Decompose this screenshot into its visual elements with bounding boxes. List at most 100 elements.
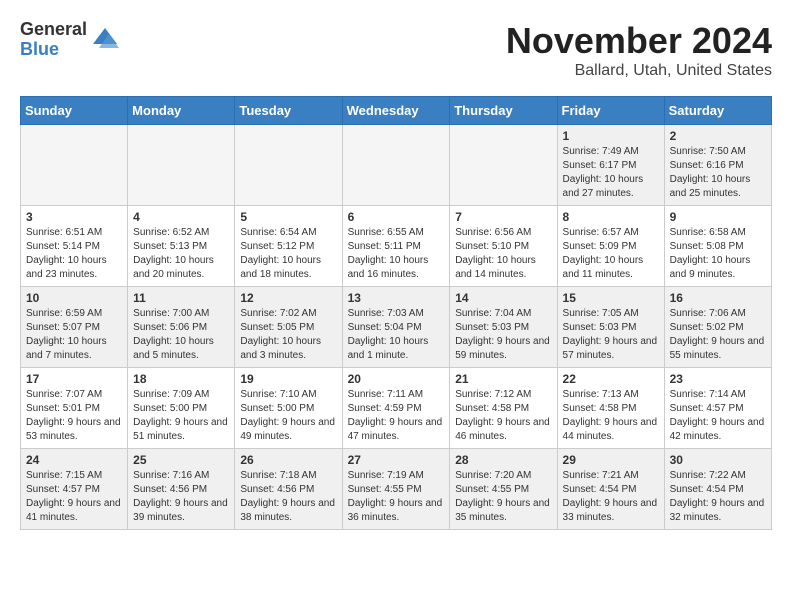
day-info: Sunrise: 7:14 AM Sunset: 4:57 PM Dayligh… — [670, 388, 766, 444]
calendar-header-tuesday: Tuesday — [235, 97, 342, 125]
calendar-header-row: SundayMondayTuesdayWednesdayThursdayFrid… — [21, 97, 772, 125]
calendar-header-monday: Monday — [128, 97, 235, 125]
day-number: 13 — [348, 291, 445, 305]
calendar-header-thursday: Thursday — [450, 97, 557, 125]
day-number: 5 — [240, 210, 336, 224]
calendar-day-cell: 18 Sunrise: 7:09 AM Sunset: 5:00 PM Dayli… — [128, 368, 235, 449]
page-header: General Blue November 2024 Ballard, Utah… — [20, 20, 772, 80]
day-number: 18 — [133, 372, 229, 386]
day-info: Sunrise: 7:06 AM Sunset: 5:02 PM Dayligh… — [670, 307, 766, 363]
day-number: 28 — [455, 453, 551, 467]
day-info: Sunrise: 6:57 AM Sunset: 5:09 PM Dayligh… — [563, 226, 659, 282]
calendar-day-cell: 24Sunrise: 7:15 AM Sunset: 4:57 PM Dayli… — [21, 449, 128, 530]
calendar-day-cell — [128, 125, 235, 206]
calendar-week-row: 3Sunrise: 6:51 AM Sunset: 5:14 PM Daylig… — [21, 206, 772, 287]
day-number: 16 — [670, 291, 766, 305]
day-number: 1 — [563, 129, 659, 143]
day-number: 25 — [133, 453, 229, 467]
day-info: Sunrise: 7:09 AM Sunset: 5:00 PM Dayligh… — [133, 388, 229, 444]
calendar-day-cell: 27 Sunrise: 7:19 AM Sunset: 4:55 PM Dayli… — [342, 449, 450, 530]
day-number: 4 — [133, 210, 229, 224]
day-info: Sunrise: 6:56 AM Sunset: 5:10 PM Dayligh… — [455, 226, 551, 282]
calendar-week-row: 10Sunrise: 6:59 AM Sunset: 5:07 PM Dayli… — [21, 287, 772, 368]
day-info: Sunrise: 7:15 AM Sunset: 4:57 PM Dayligh… — [26, 469, 122, 525]
logo-general: General — [20, 20, 87, 40]
calendar-day-cell: 12Sunrise: 7:02 AM Sunset: 5:05 PM Dayli… — [235, 287, 342, 368]
day-info: Sunrise: 7:11 AM Sunset: 4:59 PM Dayligh… — [348, 388, 445, 444]
calendar-day-cell: 7 Sunrise: 6:56 AM Sunset: 5:10 PM Daylig… — [450, 206, 557, 287]
calendar-header-wednesday: Wednesday — [342, 97, 450, 125]
calendar-day-cell: 4 Sunrise: 6:52 AM Sunset: 5:13 PM Daylig… — [128, 206, 235, 287]
calendar-day-cell: 22Sunrise: 7:13 AM Sunset: 4:58 PM Dayli… — [557, 368, 664, 449]
calendar-day-cell: 2 Sunrise: 7:50 AM Sunset: 6:16 PM Daylig… — [664, 125, 771, 206]
calendar-day-cell — [235, 125, 342, 206]
day-number: 19 — [240, 372, 336, 386]
day-info: Sunrise: 7:22 AM Sunset: 4:54 PM Dayligh… — [670, 469, 766, 525]
calendar-day-cell: 3Sunrise: 6:51 AM Sunset: 5:14 PM Daylig… — [21, 206, 128, 287]
day-number: 22 — [563, 372, 659, 386]
calendar-day-cell: 26 Sunrise: 7:18 AM Sunset: 4:56 PM Dayli… — [235, 449, 342, 530]
day-info: Sunrise: 6:55 AM Sunset: 5:11 PM Dayligh… — [348, 226, 445, 282]
calendar-day-cell: 1 Sunrise: 7:49 AM Sunset: 6:17 PM Daylig… — [557, 125, 664, 206]
calendar-day-cell: 21 Sunrise: 7:12 AM Sunset: 4:58 PM Dayli… — [450, 368, 557, 449]
calendar-day-cell: 14 Sunrise: 7:04 AM Sunset: 5:03 PM Dayli… — [450, 287, 557, 368]
calendar-day-cell: 25 Sunrise: 7:16 AM Sunset: 4:56 PM Dayli… — [128, 449, 235, 530]
day-number: 20 — [348, 372, 445, 386]
day-info: Sunrise: 7:10 AM Sunset: 5:00 PM Dayligh… — [240, 388, 336, 444]
calendar-week-row: 17Sunrise: 7:07 AM Sunset: 5:01 PM Dayli… — [21, 368, 772, 449]
calendar-day-cell: 10Sunrise: 6:59 AM Sunset: 5:07 PM Dayli… — [21, 287, 128, 368]
day-number: 6 — [348, 210, 445, 224]
calendar-day-cell: 20 Sunrise: 7:11 AM Sunset: 4:59 PM Dayli… — [342, 368, 450, 449]
day-info: Sunrise: 7:50 AM Sunset: 6:16 PM Dayligh… — [670, 145, 766, 201]
title-block: November 2024 Ballard, Utah, United Stat… — [506, 20, 772, 80]
calendar-day-cell: 13Sunrise: 7:03 AM Sunset: 5:04 PM Dayli… — [342, 287, 450, 368]
calendar-day-cell: 17Sunrise: 7:07 AM Sunset: 5:01 PM Dayli… — [21, 368, 128, 449]
calendar-day-cell: 5Sunrise: 6:54 AM Sunset: 5:12 PM Daylig… — [235, 206, 342, 287]
calendar-header-saturday: Saturday — [664, 97, 771, 125]
calendar-table: SundayMondayTuesdayWednesdayThursdayFrid… — [20, 96, 772, 530]
day-number: 9 — [670, 210, 766, 224]
day-info: Sunrise: 6:52 AM Sunset: 5:13 PM Dayligh… — [133, 226, 229, 282]
day-info: Sunrise: 7:00 AM Sunset: 5:06 PM Dayligh… — [133, 307, 229, 363]
day-number: 7 — [455, 210, 551, 224]
day-info: Sunrise: 7:19 AM Sunset: 4:55 PM Dayligh… — [348, 469, 445, 525]
day-number: 11 — [133, 291, 229, 305]
day-info: Sunrise: 7:20 AM Sunset: 4:55 PM Dayligh… — [455, 469, 551, 525]
calendar-header-friday: Friday — [557, 97, 664, 125]
calendar-day-cell: 8 Sunrise: 6:57 AM Sunset: 5:09 PM Daylig… — [557, 206, 664, 287]
day-number: 10 — [26, 291, 122, 305]
calendar-day-cell: 6 Sunrise: 6:55 AM Sunset: 5:11 PM Daylig… — [342, 206, 450, 287]
calendar-day-cell: 9 Sunrise: 6:58 AM Sunset: 5:08 PM Daylig… — [664, 206, 771, 287]
day-info: Sunrise: 7:18 AM Sunset: 4:56 PM Dayligh… — [240, 469, 336, 525]
calendar-day-cell: 28 Sunrise: 7:20 AM Sunset: 4:55 PM Dayli… — [450, 449, 557, 530]
day-info: Sunrise: 7:05 AM Sunset: 5:03 PM Dayligh… — [563, 307, 659, 363]
calendar-day-cell: 29Sunrise: 7:21 AM Sunset: 4:54 PM Dayli… — [557, 449, 664, 530]
day-number: 15 — [563, 291, 659, 305]
day-info: Sunrise: 7:16 AM Sunset: 4:56 PM Dayligh… — [133, 469, 229, 525]
day-info: Sunrise: 7:02 AM Sunset: 5:05 PM Dayligh… — [240, 307, 336, 363]
calendar-header-sunday: Sunday — [21, 97, 128, 125]
day-info: Sunrise: 7:04 AM Sunset: 5:03 PM Dayligh… — [455, 307, 551, 363]
calendar-day-cell: 23Sunrise: 7:14 AM Sunset: 4:57 PM Dayli… — [664, 368, 771, 449]
calendar-day-cell: 19 Sunrise: 7:10 AM Sunset: 5:00 PM Dayli… — [235, 368, 342, 449]
month-title: November 2024 — [506, 20, 772, 62]
day-info: Sunrise: 7:07 AM Sunset: 5:01 PM Dayligh… — [26, 388, 122, 444]
day-info: Sunrise: 7:49 AM Sunset: 6:17 PM Dayligh… — [563, 145, 659, 201]
day-number: 8 — [563, 210, 659, 224]
day-number: 21 — [455, 372, 551, 386]
day-number: 29 — [563, 453, 659, 467]
calendar-day-cell: 11 Sunrise: 7:00 AM Sunset: 5:06 PM Dayli… — [128, 287, 235, 368]
calendar-day-cell: 15 Sunrise: 7:05 AM Sunset: 5:03 PM Dayli… — [557, 287, 664, 368]
day-info: Sunrise: 6:58 AM Sunset: 5:08 PM Dayligh… — [670, 226, 766, 282]
calendar-week-row: 1 Sunrise: 7:49 AM Sunset: 6:17 PM Daylig… — [21, 125, 772, 206]
calendar-day-cell: 30Sunrise: 7:22 AM Sunset: 4:54 PM Dayli… — [664, 449, 771, 530]
day-number: 27 — [348, 453, 445, 467]
day-number: 2 — [670, 129, 766, 143]
day-info: Sunrise: 7:12 AM Sunset: 4:58 PM Dayligh… — [455, 388, 551, 444]
calendar-day-cell: 16 Sunrise: 7:06 AM Sunset: 5:02 PM Dayli… — [664, 287, 771, 368]
day-number: 26 — [240, 453, 336, 467]
location: Ballard, Utah, United States — [506, 62, 772, 80]
logo-icon — [89, 24, 121, 56]
day-number: 3 — [26, 210, 122, 224]
day-number: 14 — [455, 291, 551, 305]
